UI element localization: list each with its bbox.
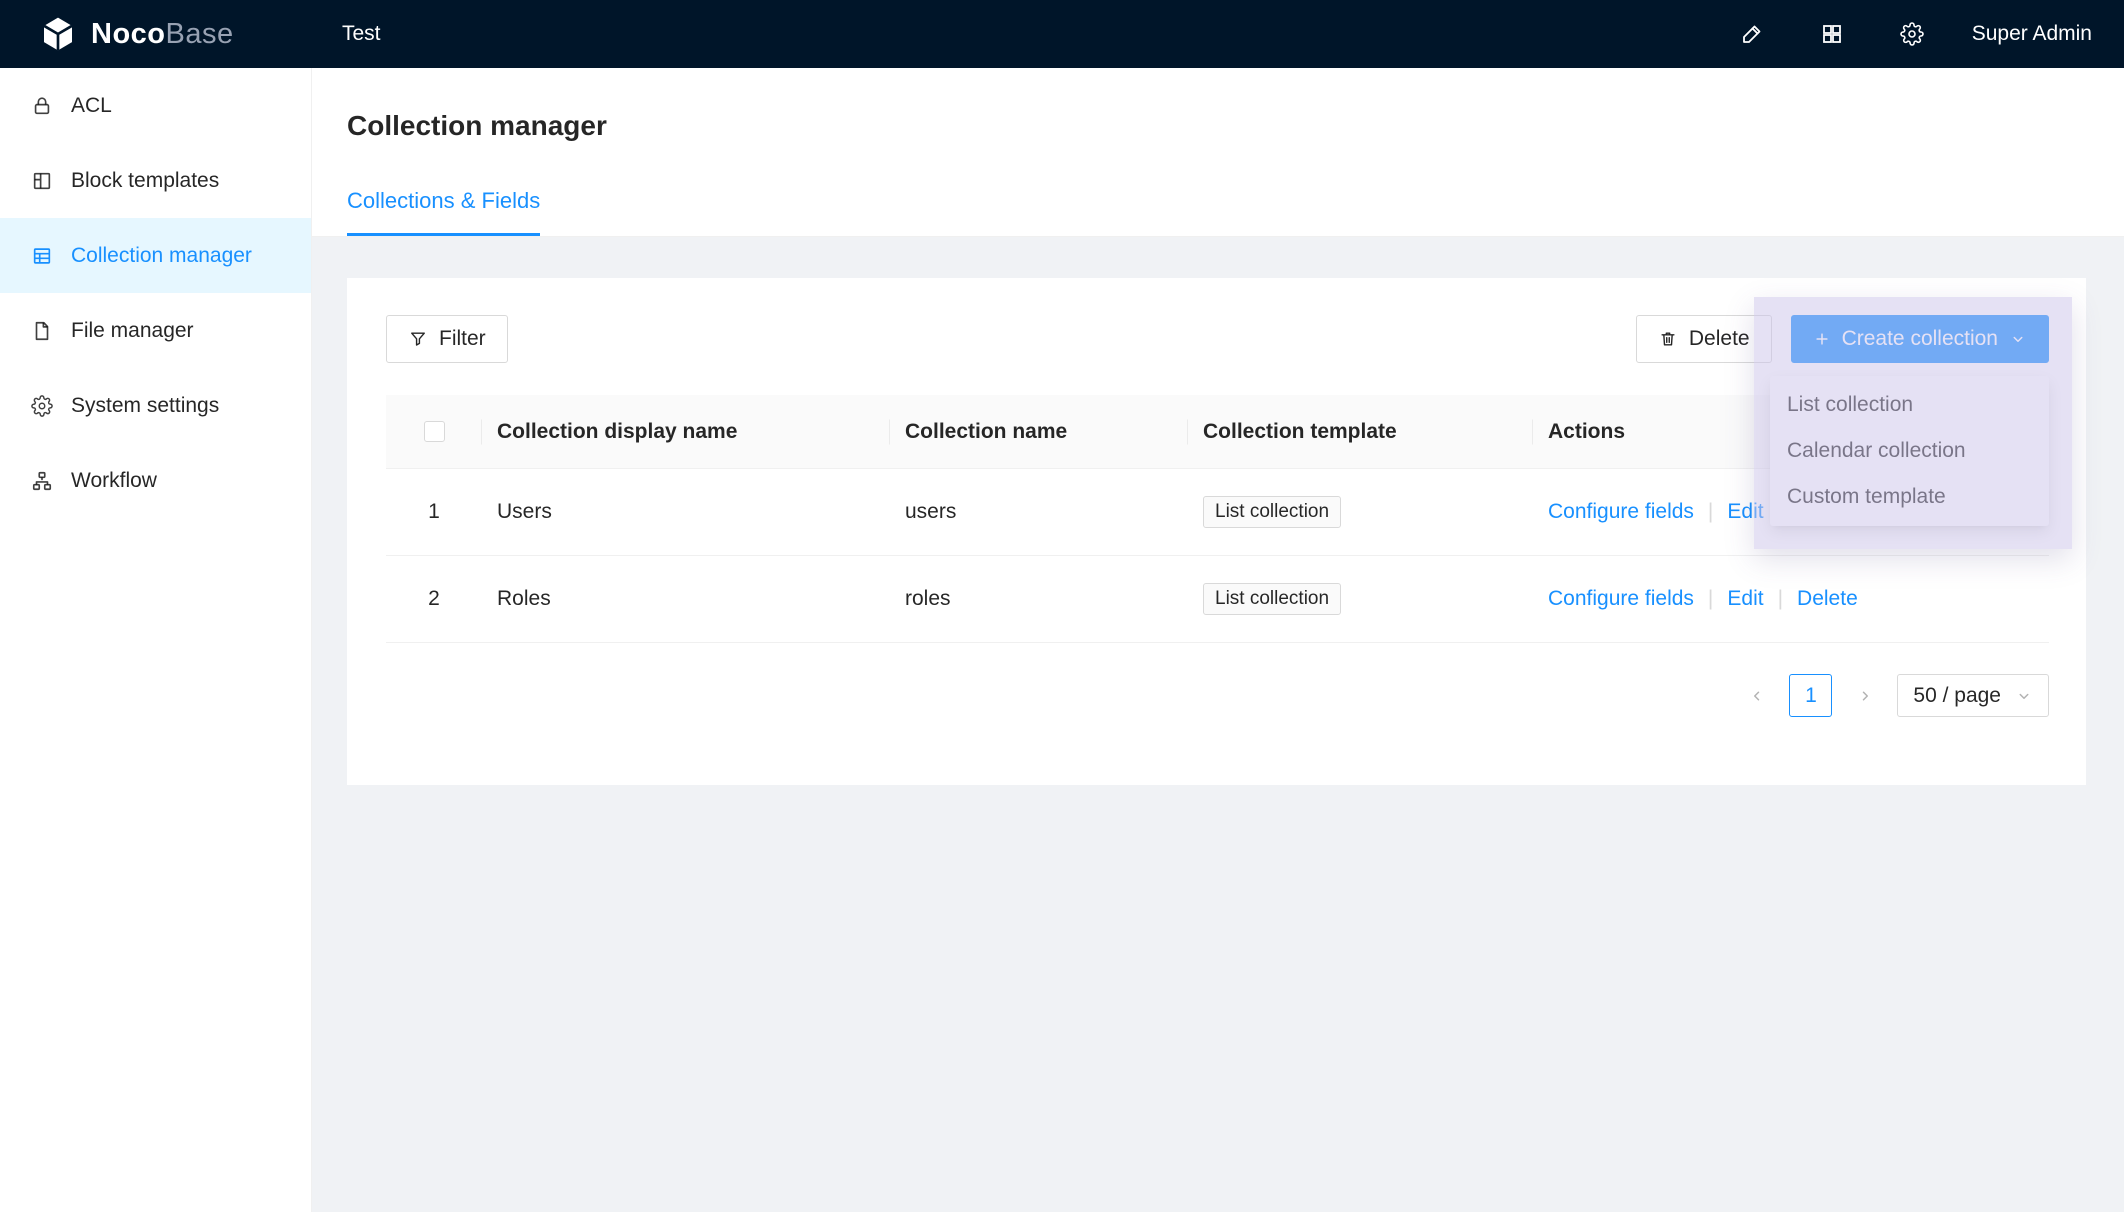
tabs: Collections & Fields [312,188,2124,237]
delete-button-label: Delete [1689,327,1750,351]
sidebar-item-file-manager[interactable]: File manager [0,293,311,368]
cell-collection-name: users [890,500,1188,524]
brand-primary: Noco [91,18,166,50]
configure-fields-link[interactable]: Configure fields [1548,500,1694,524]
cell-collection-name: roles [890,587,1188,611]
apps-grid-icon[interactable] [1820,22,1844,46]
ui-editor-icon[interactable] [1740,22,1764,46]
trash-icon [1658,329,1678,349]
sidebar-item-label: File manager [71,319,194,343]
sidebar: ACL Block templates Collection manager [0,68,312,1212]
table-row: 2 Roles roles List collection Configure … [386,556,2049,643]
menu-item-list-collection[interactable]: List collection [1770,382,2049,428]
gear-icon [31,395,53,417]
prev-page-button[interactable] [1735,674,1778,717]
edit-link[interactable]: Edit [1727,587,1763,611]
layout: ACL Block templates Collection manager [0,68,2124,1212]
collection-card: Filter Delete [347,278,2086,785]
template-tag: List collection [1203,496,1341,528]
action-divider: | [1708,500,1713,524]
sidebar-item-system-settings[interactable]: System settings [0,368,311,443]
workflow-icon [31,470,53,492]
chevron-down-icon [2009,330,2027,348]
filter-button-label: Filter [439,327,486,351]
sidebar-item-label: Collection manager [71,244,252,268]
main: Collection manager Collections & Fields … [312,68,2124,1212]
page-size-select[interactable]: 50 / page [1897,674,2049,717]
header-collection-display-name: Collection display name [482,395,890,468]
page-head: Collection manager [312,68,2124,142]
file-icon [31,320,53,342]
menu-item-calendar-collection[interactable]: Calendar collection [1770,428,2049,474]
pagination: 1 50 / page [347,674,2049,717]
filter-button[interactable]: Filter [386,315,508,363]
cell-display-name: Users [482,500,890,524]
user-menu[interactable]: Super Admin [1972,22,2092,46]
sidebar-item-collection-manager[interactable]: Collection manager [0,218,311,293]
delete-button[interactable]: Delete [1636,315,1772,363]
layout-icon [31,170,53,192]
brand-secondary: Base [166,18,234,50]
action-divider: | [1778,587,1783,611]
cell-display-name: Roles [482,587,890,611]
sidebar-item-label: Block templates [71,169,219,193]
page-size-value: 50 / page [1913,684,2001,708]
filter-icon [408,329,428,349]
delete-link[interactable]: Delete [1797,587,1858,611]
chevron-right-icon [1856,687,1874,705]
create-collection-dropdown: List collection Calendar collection Cust… [1770,376,2049,526]
plus-icon [1813,330,1831,348]
sidebar-item-acl[interactable]: ACL [0,68,311,143]
content-area: Filter Delete [312,237,2124,1212]
sidebar-item-workflow[interactable]: Workflow [0,443,311,518]
chevron-down-icon [2015,687,2033,705]
topbar-icons [1740,22,1924,46]
sidebar-item-label: ACL [71,94,112,118]
edit-link[interactable]: Edit [1727,500,1763,524]
row-index: 1 [386,500,482,524]
template-tag: List collection [1203,583,1341,615]
page-title: Collection manager [347,110,2124,142]
create-collection-label: Create collection [1842,327,1998,351]
sidebar-item-label: Workflow [71,469,157,493]
configure-fields-link[interactable]: Configure fields [1548,587,1694,611]
topbar: NocoBase Test Super Admin [0,0,2124,68]
select-all-checkbox[interactable] [424,421,445,442]
row-index: 2 [386,587,482,611]
sidebar-item-label: System settings [71,394,219,418]
brand-text: NocoBase [91,18,234,51]
table-icon [31,245,53,267]
topnav-item-test[interactable]: Test [312,0,411,68]
action-divider: | [1708,587,1713,611]
tab-collections-fields[interactable]: Collections & Fields [347,188,540,236]
sidebar-item-block-templates[interactable]: Block templates [0,143,311,218]
next-page-button[interactable] [1843,674,1886,717]
header-collection-name: Collection name [890,395,1188,468]
menu-item-custom-template[interactable]: Custom template [1770,474,2049,520]
card-toolbar: Filter Delete [347,278,2086,363]
current-page-button[interactable]: 1 [1789,674,1832,717]
lock-icon [31,95,53,117]
settings-icon[interactable] [1900,22,1924,46]
header-collection-template: Collection template [1188,395,1533,468]
nocobase-logo-icon [38,14,78,54]
chevron-left-icon [1748,687,1766,705]
brand: NocoBase [0,14,312,54]
create-collection-button[interactable]: Create collection [1791,315,2049,363]
